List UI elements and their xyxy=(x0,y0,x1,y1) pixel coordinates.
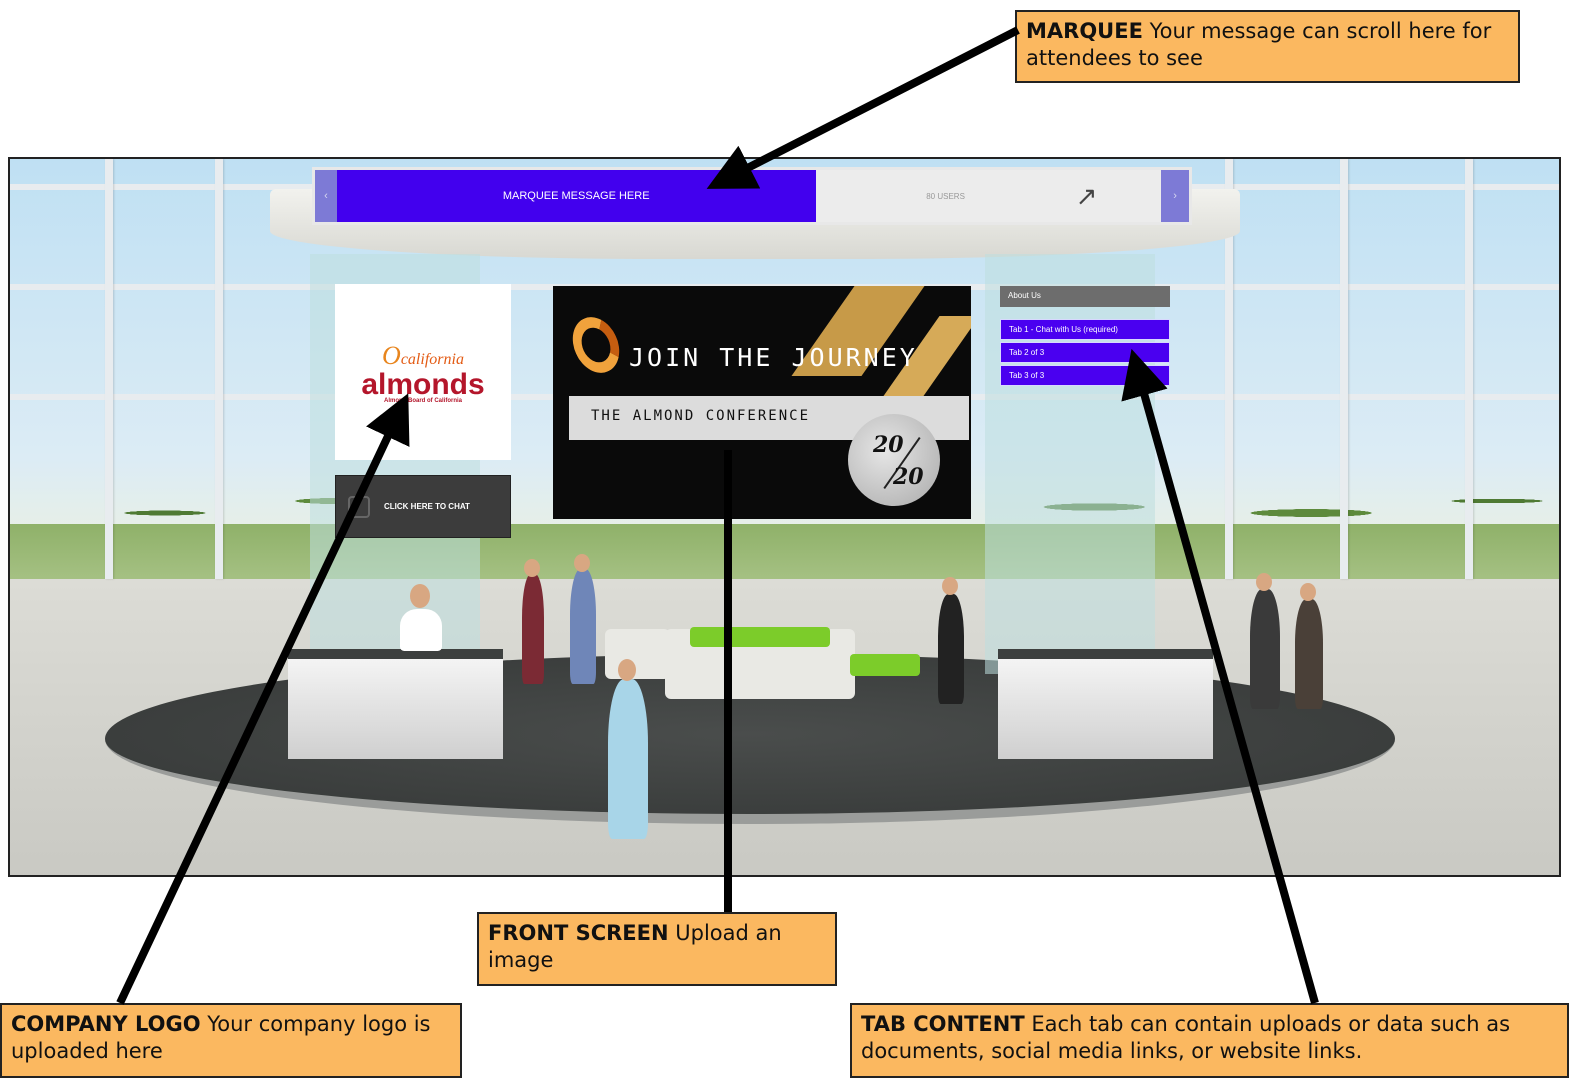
marquee-prev-button[interactable]: ‹ xyxy=(315,170,337,222)
users-count: 80 USERS xyxy=(926,191,965,201)
attendee-head xyxy=(410,584,430,608)
marquee-callout-title: MARQUEE xyxy=(1026,19,1143,43)
tab-content-callout: TAB CONTENT Each tab can contain uploads… xyxy=(850,1003,1569,1078)
tab-1[interactable]: Tab 1 - Chat with Us (required) xyxy=(1000,319,1170,340)
marquee-arrow xyxy=(706,26,1020,189)
window-mullion xyxy=(1340,159,1348,579)
front-screen[interactable]: JOIN THE JOURNEY THE ALMOND CONFERENCE 2… xyxy=(553,286,971,519)
logo-brand-top-text: california xyxy=(400,350,464,368)
company-logo-callout-title: COMPANY LOGO xyxy=(11,1012,201,1036)
attendee-figure xyxy=(1250,589,1280,709)
tab-3[interactable]: Tab 3 of 3 xyxy=(1000,365,1170,386)
attendee-head xyxy=(942,577,958,595)
almond-o-icon xyxy=(564,309,628,381)
chat-button-label: CLICK HERE TO CHAT xyxy=(384,502,470,511)
window-mullion xyxy=(1465,159,1473,579)
window-mullion xyxy=(105,159,113,579)
counter-right xyxy=(998,649,1213,759)
attendee-figure xyxy=(1295,599,1323,709)
background-lawn xyxy=(10,524,1559,584)
logo-brand-main: almonds xyxy=(361,367,485,401)
attendee-figure xyxy=(608,679,648,839)
window-mullion xyxy=(215,159,223,579)
lounge-chair xyxy=(605,629,670,679)
year-bottom: 20 xyxy=(893,464,924,490)
logo-brand-top: Ocalifornia xyxy=(382,341,464,371)
virtual-booth-scene: ‹ MARQUEE MESSAGE HERE 80 USERS ↗ › Ocal… xyxy=(8,157,1561,877)
sofa-cushion xyxy=(690,627,830,647)
chat-button[interactable]: CLICK HERE TO CHAT xyxy=(335,475,511,538)
attendee-figure xyxy=(522,574,544,684)
company-logo-callout: COMPANY LOGO Your company logo is upload… xyxy=(0,1003,462,1078)
marquee-next-button[interactable]: › xyxy=(1161,170,1189,222)
marquee-bar: ‹ MARQUEE MESSAGE HERE 80 USERS ↗ › xyxy=(312,167,1192,225)
company-logo-panel[interactable]: Ocalifornia almonds Almond Board of Cali… xyxy=(335,284,511,460)
counter-left xyxy=(288,649,503,759)
screen-title: JOIN THE JOURNEY xyxy=(629,343,918,372)
tab-content-callout-title: TAB CONTENT xyxy=(861,1012,1025,1036)
tab-about-us[interactable]: About Us xyxy=(1000,286,1170,307)
marquee-message: MARQUEE MESSAGE HERE xyxy=(502,190,650,202)
chair-cushion xyxy=(850,654,920,676)
attendee-head xyxy=(1300,583,1316,601)
attendee-figure xyxy=(570,569,596,684)
attendee-figure xyxy=(938,594,964,704)
attendee-head xyxy=(574,554,590,572)
front-screen-callout: FRONT SCREEN Upload an image xyxy=(477,912,837,986)
booth-pillar-right xyxy=(985,254,1155,674)
year-badge xyxy=(848,414,940,506)
front-screen-callout-title: FRONT SCREEN xyxy=(488,921,669,945)
year-top: 20 xyxy=(873,432,904,458)
attendee-head xyxy=(1256,573,1272,591)
marquee-callout: MARQUEE Your message can scroll here for… xyxy=(1015,10,1520,83)
external-link-icon[interactable]: ↗ xyxy=(1076,181,1098,212)
attendee-figure xyxy=(400,609,442,651)
logo-brand-sub: Almond Board of California xyxy=(384,397,462,404)
attendee-head xyxy=(618,659,636,681)
screen-subtitle: THE ALMOND CONFERENCE xyxy=(591,408,811,424)
tab-2[interactable]: Tab 2 of 3 xyxy=(1000,342,1170,363)
logo-o-icon: O xyxy=(382,340,401,370)
attendee-head xyxy=(524,559,540,577)
marquee-users-panel: 80 USERS ↗ xyxy=(815,170,1162,222)
chat-icon xyxy=(348,495,370,518)
